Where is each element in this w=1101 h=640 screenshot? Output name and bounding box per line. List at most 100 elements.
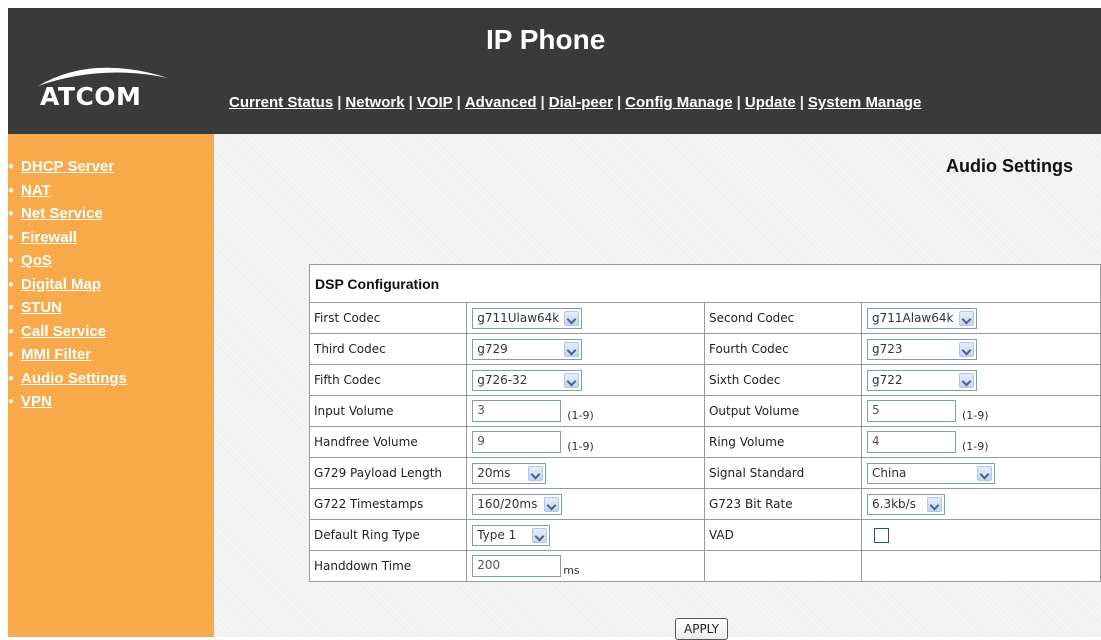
sidebar-link-dhcp-server[interactable]: DHCP Server bbox=[21, 158, 114, 175]
handfree-volume-label: Handfree Volume bbox=[308, 426, 468, 458]
input-volume-field[interactable]: 3 bbox=[472, 400, 562, 422]
sidebar-link-mmi-filter[interactable]: MMI Filter bbox=[21, 346, 91, 363]
g723-bitrate-label: G723 Bit Rate bbox=[703, 488, 863, 520]
table-row: First Codec g711Ulaw64k Second Codec g71… bbox=[308, 302, 1101, 334]
fifth-codec-cell: g726-32 bbox=[466, 364, 705, 396]
nav-current-status[interactable]: Current Status bbox=[229, 94, 333, 111]
table-row: Handdown Time 200 ms bbox=[308, 550, 1101, 582]
chevron-down-icon[interactable] bbox=[564, 372, 580, 388]
sidebar-item-firewall: ● Firewall bbox=[8, 227, 214, 251]
third-codec-label: Third Codec bbox=[308, 333, 468, 365]
chevron-down-icon[interactable] bbox=[544, 496, 560, 512]
sidebar: ● DHCP Server ● NAT ● Net Service ● Firewall… bbox=[8, 134, 214, 637]
nav-network[interactable]: Network bbox=[345, 94, 404, 111]
chevron-down-icon[interactable] bbox=[959, 372, 975, 388]
bullet-icon: ● bbox=[8, 184, 15, 196]
sidebar-item-stun: ● STUN bbox=[8, 297, 214, 321]
second-codec-select[interactable]: g711Alaw64k bbox=[867, 307, 978, 329]
input-volume-label: Input Volume bbox=[308, 395, 468, 427]
sixth-codec-select[interactable]: g722 bbox=[867, 369, 978, 391]
sidebar-menu: ● DHCP Server ● NAT ● Net Service ● Firewall… bbox=[8, 134, 214, 415]
sidebar-link-audio-settings[interactable]: Audio Settings bbox=[21, 370, 127, 387]
table-row: Default Ring Type Type 1 VAD bbox=[308, 519, 1101, 551]
chevron-down-icon[interactable] bbox=[927, 496, 943, 512]
chevron-down-icon[interactable] bbox=[977, 465, 993, 481]
g722-timestamps-value: 160/20ms bbox=[477, 497, 538, 511]
chevron-down-icon[interactable] bbox=[959, 310, 975, 326]
empty-cell bbox=[861, 550, 1101, 582]
ring-volume-label: Ring Volume bbox=[703, 426, 863, 458]
signal-standard-value: China bbox=[872, 466, 907, 480]
fifth-codec-label: Fifth Codec bbox=[308, 364, 468, 396]
vad-checkbox[interactable] bbox=[874, 527, 890, 543]
handfree-volume-cell: 9 (1-9) bbox=[466, 426, 705, 458]
nav-separator: | bbox=[456, 94, 461, 111]
handdown-time-field[interactable]: 200 bbox=[472, 555, 562, 577]
g723-bitrate-select[interactable]: 6.3kb/s bbox=[867, 493, 946, 515]
fourth-codec-select[interactable]: g723 bbox=[867, 338, 978, 360]
sidebar-link-call-service[interactable]: Call Service bbox=[21, 323, 106, 340]
nav-system-manage[interactable]: System Manage bbox=[808, 94, 921, 111]
default-ring-select[interactable]: Type 1 bbox=[472, 524, 551, 546]
default-ring-label: Default Ring Type bbox=[308, 519, 468, 551]
bullet-icon: ● bbox=[8, 278, 15, 290]
nav-separator: | bbox=[616, 94, 622, 111]
vad-cell bbox=[861, 519, 1101, 551]
sidebar-item-call-service: ● Call Service bbox=[8, 321, 214, 345]
chevron-down-icon[interactable] bbox=[564, 310, 580, 326]
handfree-volume-field[interactable]: 9 bbox=[472, 431, 562, 453]
chevron-down-icon[interactable] bbox=[959, 341, 975, 357]
second-codec-cell: g711Alaw64k bbox=[861, 302, 1101, 334]
sidebar-link-digital-map[interactable]: Digital Map bbox=[21, 276, 101, 293]
sidebar-link-stun[interactable]: STUN bbox=[21, 299, 62, 316]
ring-volume-field[interactable]: 4 bbox=[867, 431, 957, 453]
chevron-down-icon[interactable] bbox=[528, 465, 544, 481]
third-codec-cell: g729 bbox=[466, 333, 705, 365]
table-row: Third Codec g729 Fourth Codec g723 bbox=[308, 333, 1101, 365]
second-codec-label: Second Codec bbox=[703, 302, 863, 334]
g723-bitrate-cell: 6.3kb/s bbox=[861, 488, 1101, 520]
nav-separator: | bbox=[736, 94, 741, 111]
fifth-codec-select[interactable]: g726-32 bbox=[472, 369, 583, 391]
default-ring-cell: Type 1 bbox=[466, 519, 705, 551]
header-bar: ATCOM IP Phone Current Status | Network | … bbox=[8, 8, 1101, 134]
main-content: Audio Settings DSP Configuration First C… bbox=[214, 134, 1101, 640]
table-row: Fifth Codec g726-32 Sixth Codec g722 bbox=[308, 364, 1101, 396]
table-row: Handfree Volume 9 (1-9) Ring Volume 4 (1-9… bbox=[308, 426, 1101, 458]
nav-dial-peer[interactable]: Dial-peer bbox=[549, 94, 613, 111]
first-codec-cell: g711Ulaw64k bbox=[466, 302, 705, 334]
bullet-icon: ● bbox=[8, 302, 15, 313]
g729-payload-label: G729 Payload Length bbox=[308, 457, 468, 489]
sidebar-link-qos[interactable]: QoS bbox=[21, 252, 52, 269]
output-volume-hint: (1-9) bbox=[962, 408, 989, 422]
sidebar-item-digital-map: ● Digital Map bbox=[8, 274, 214, 298]
nav-config-manage[interactable]: Config Manage bbox=[625, 94, 733, 111]
chevron-down-icon[interactable] bbox=[564, 341, 580, 357]
table-row: Input Volume 3 (1-9) Output Volume 5 (1-9) bbox=[308, 395, 1101, 427]
sidebar-item-vpn: ● VPN bbox=[8, 391, 214, 415]
bullet-icon: ● bbox=[8, 396, 15, 407]
signal-standard-select[interactable]: China bbox=[867, 462, 996, 484]
bullet-icon: ● bbox=[8, 255, 15, 266]
output-volume-label: Output Volume bbox=[703, 395, 863, 427]
second-codec-value: g711Alaw64k bbox=[872, 311, 954, 325]
output-volume-field[interactable]: 5 bbox=[867, 400, 957, 422]
g722-timestamps-select[interactable]: 160/20ms bbox=[472, 493, 563, 515]
logo-text: ATCOM bbox=[40, 82, 142, 111]
third-codec-select[interactable]: g729 bbox=[472, 338, 583, 360]
nav-advanced[interactable]: Advanced bbox=[465, 94, 537, 111]
first-codec-select[interactable]: g711Ulaw64k bbox=[472, 307, 583, 329]
chevron-down-icon[interactable] bbox=[532, 527, 548, 543]
sidebar-link-firewall[interactable]: Firewall bbox=[21, 229, 77, 246]
nav-separator: | bbox=[337, 94, 342, 111]
bullet-icon: ● bbox=[8, 372, 15, 384]
sidebar-link-net-service[interactable]: Net Service bbox=[21, 205, 103, 222]
nav-update[interactable]: Update bbox=[745, 94, 796, 111]
g729-payload-select[interactable]: 20ms bbox=[472, 462, 547, 484]
sidebar-item-qos: ● QoS bbox=[8, 250, 214, 274]
table-row: G729 Payload Length 20ms Signal Standard… bbox=[308, 457, 1101, 489]
sidebar-link-vpn[interactable]: VPN bbox=[21, 393, 52, 410]
input-volume-hint: (1-9) bbox=[567, 408, 594, 422]
sidebar-link-nat[interactable]: NAT bbox=[21, 182, 51, 199]
nav-voip[interactable]: VOIP bbox=[417, 94, 453, 111]
